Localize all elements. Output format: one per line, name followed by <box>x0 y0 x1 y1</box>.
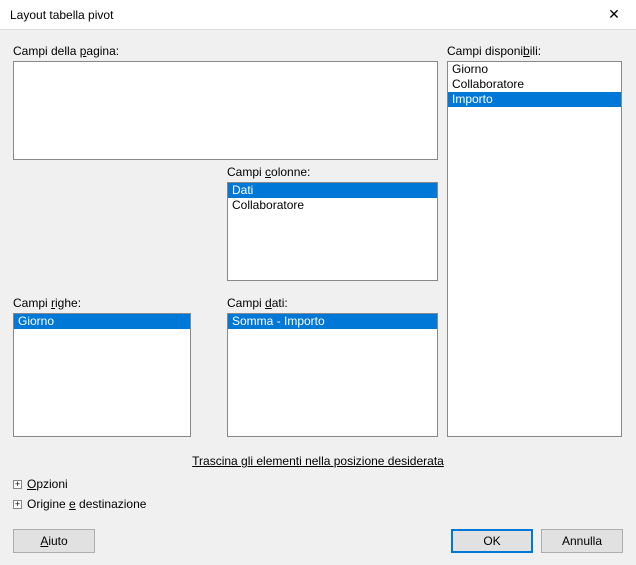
ok-button[interactable]: OK <box>451 529 533 553</box>
row-fields-list[interactable]: Giorno <box>13 313 191 437</box>
page-fields-list[interactable] <box>13 61 438 160</box>
help-button[interactable]: Aiuto <box>13 529 95 553</box>
column-fields-list[interactable]: DatiCollaboratore <box>227 182 438 281</box>
row-fields-label: Campi righe: <box>13 296 191 310</box>
plus-icon: + <box>13 500 22 509</box>
list-item[interactable]: Collaboratore <box>228 198 437 213</box>
options-expander[interactable]: + Opzioni <box>13 476 68 492</box>
page-fields-label: Campi della pagina: <box>13 44 438 58</box>
window-title: Layout tabella pivot <box>10 8 113 22</box>
available-fields-section: Campi disponibili: GiornoCollaboratoreIm… <box>447 44 622 437</box>
plus-icon: + <box>13 480 22 489</box>
data-fields-label: Campi dati: <box>227 296 438 310</box>
list-item[interactable]: Somma - Importo <box>228 314 437 329</box>
page-fields-section: Campi della pagina: <box>13 44 438 160</box>
available-fields-label: Campi disponibili: <box>447 44 622 58</box>
close-icon: ✕ <box>608 6 620 23</box>
button-row: Aiuto OK Annulla <box>13 529 623 553</box>
column-fields-label: Campi colonne: <box>227 165 438 179</box>
list-item[interactable]: Dati <box>228 183 437 198</box>
data-fields-list[interactable]: Somma - Importo <box>227 313 438 437</box>
drag-hint: Trascina gli elementi nella posizione de… <box>0 454 636 468</box>
options-label: Opzioni <box>27 477 68 491</box>
titlebar: Layout tabella pivot ✕ <box>0 0 636 30</box>
list-item[interactable]: Giorno <box>14 314 190 329</box>
available-fields-list[interactable]: GiornoCollaboratoreImporto <box>447 61 622 437</box>
list-item[interactable]: Importo <box>448 92 621 107</box>
source-destination-expander[interactable]: + Origine e destinazione <box>13 496 146 512</box>
cancel-button[interactable]: Annulla <box>541 529 623 553</box>
list-item[interactable]: Collaboratore <box>448 77 621 92</box>
column-fields-section: Campi colonne: DatiCollaboratore <box>227 165 438 281</box>
row-fields-section: Campi righe: Giorno <box>13 296 191 437</box>
close-button[interactable]: ✕ <box>592 0 636 30</box>
source-destination-label: Origine e destinazione <box>27 497 146 511</box>
list-item[interactable]: Giorno <box>448 62 621 77</box>
dialog-content: Campi della pagina: Campi colonne: DatiC… <box>0 30 636 565</box>
data-fields-section: Campi dati: Somma - Importo <box>227 296 438 437</box>
